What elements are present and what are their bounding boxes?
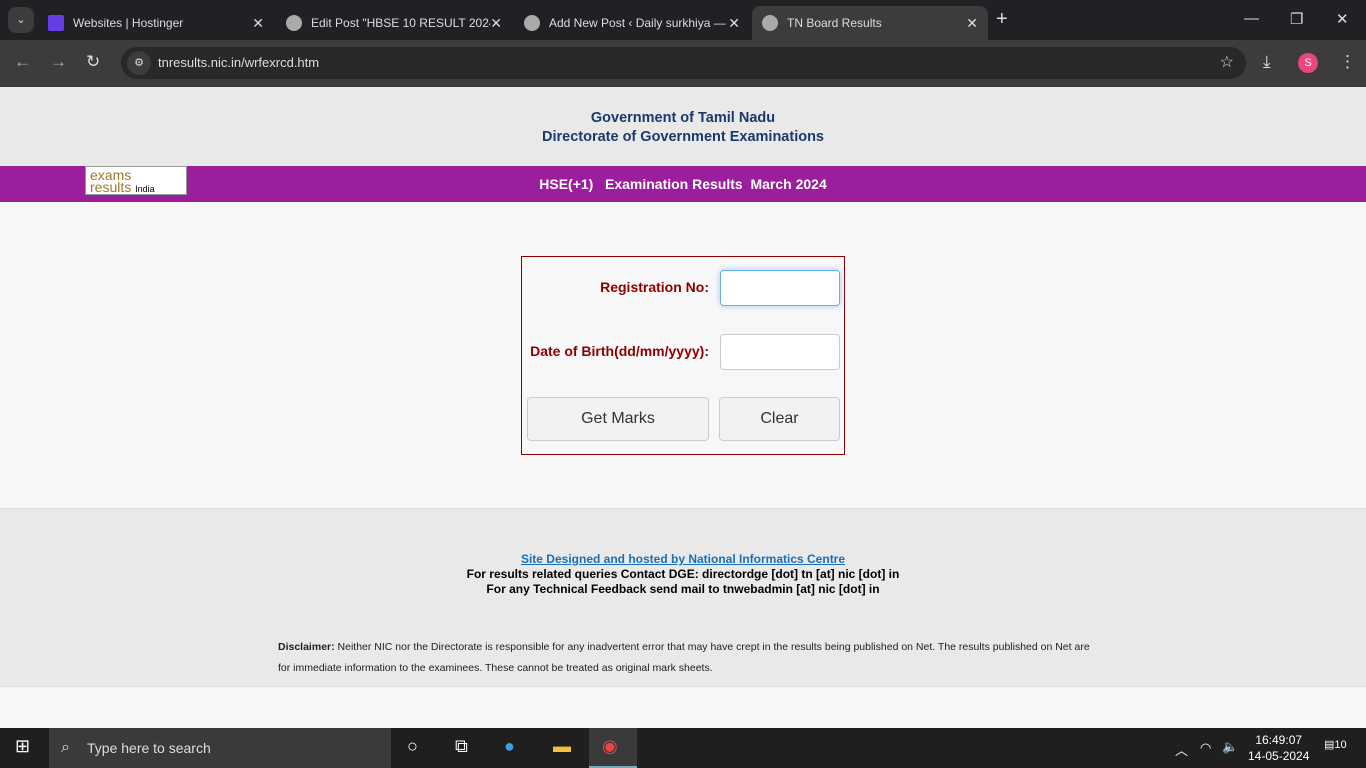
get-marks-button[interactable]: Get Marks: [527, 397, 709, 441]
close-window-button[interactable]: ✕: [1336, 10, 1349, 28]
clear-button[interactable]: Clear: [719, 397, 840, 441]
exams-results-logo[interactable]: exams results India: [85, 166, 187, 195]
menu-icon[interactable]: ⋮: [1339, 52, 1356, 72]
show-hidden-icons[interactable]: ︿: [1175, 740, 1188, 759]
hostinger-icon: [48, 15, 64, 31]
tab-add-post[interactable]: Add New Post ‹ Daily surkhiya — ✕: [514, 6, 750, 40]
nic-link[interactable]: Site Designed and hosted by National Inf…: [521, 552, 845, 566]
restore-button[interactable]: ❐: [1290, 10, 1303, 28]
forward-icon[interactable]: →: [50, 52, 67, 72]
bookmark-star-icon[interactable]: ☆: [1220, 47, 1234, 79]
close-tab-icon[interactable]: ✕: [728, 15, 740, 32]
dob-label: Date of Birth(dd/mm/yyyy):: [530, 343, 709, 359]
chrome-icon: ◉: [602, 736, 618, 756]
minimize-button[interactable]: —: [1244, 10, 1259, 27]
address-bar[interactable]: ⚙ tnresults.nic.in/wrfexrcd.htm ☆: [121, 47, 1246, 79]
result-form: Registration No: Date of Birth(dd/mm/yyy…: [521, 256, 845, 455]
globe-icon: [524, 15, 540, 31]
tab-edit-post[interactable]: Edit Post "HBSE 10 RESULT 2024 ✕: [276, 6, 512, 40]
tab-hostinger[interactable]: Websites | Hostinger ✕: [38, 6, 274, 40]
page-header: Government of Tamil Nadu Directorate of …: [0, 87, 1366, 166]
tab-tn-board-results[interactable]: TN Board Results ✕: [752, 6, 988, 40]
new-tab-button[interactable]: +: [996, 8, 1008, 31]
tab-strip: ⌄ Websites | Hostinger ✕ Edit Post "HBSE …: [0, 0, 1366, 40]
govt-title: Government of Tamil Nadu: [590, 110, 776, 126]
clock[interactable]: 16:49:07 14-05-2024: [1248, 732, 1309, 764]
taskbar-search[interactable]: ⌕ Type here to search: [49, 728, 391, 768]
contact-text: For results related queries Contact DGE:…: [466, 567, 900, 581]
profile-avatar[interactable]: S: [1298, 53, 1318, 73]
exam-title: HSE(+1) Examination Results March 2024: [539, 176, 827, 192]
chrome-taskbar-button[interactable]: ◉: [589, 728, 637, 768]
reload-icon[interactable]: ↻: [86, 52, 100, 72]
notification-center[interactable]: ▤10: [1324, 738, 1347, 751]
close-tab-icon[interactable]: ✕: [966, 15, 978, 32]
close-tab-icon[interactable]: ✕: [252, 15, 264, 32]
notification-icon: ▤: [1324, 739, 1335, 751]
site-info-icon[interactable]: ⚙: [127, 51, 151, 75]
exam-title-band: exams results India HSE(+1) Examination R…: [0, 166, 1366, 202]
wifi-icon[interactable]: ◠: [1200, 740, 1211, 756]
tab-search-button[interactable]: ⌄: [8, 7, 34, 33]
feedback-text: For any Technical Feedback send mail to …: [486, 582, 880, 596]
registration-label: Registration No:: [600, 279, 709, 295]
globe-icon: [286, 15, 302, 31]
directorate-title: Directorate of Government Examinations: [541, 129, 824, 145]
windows-start-icon[interactable]: ⊞: [15, 736, 30, 757]
volume-icon[interactable]: 🔈: [1222, 739, 1238, 755]
taskbar: ⊞ ⌕ Type here to search ○ ⧉ ● ▬ ◉ ︿ ◠ 🔈 1…: [0, 728, 1366, 768]
globe-icon: [762, 15, 778, 31]
back-icon[interactable]: ←: [14, 52, 31, 72]
close-tab-icon[interactable]: ✕: [490, 15, 502, 32]
download-icon[interactable]: ⤓: [1263, 52, 1271, 72]
task-view-icon[interactable]: ⧉: [455, 736, 468, 757]
cortana-icon[interactable]: ○: [407, 736, 418, 757]
file-explorer-icon[interactable]: ▬: [553, 736, 571, 757]
edge-icon[interactable]: ●: [504, 736, 515, 757]
dob-input[interactable]: [720, 334, 840, 370]
page-footer: Site Designed and hosted by National Inf…: [0, 508, 1366, 687]
disclaimer: Disclaimer: Neither NIC nor the Director…: [278, 641, 1090, 674]
search-icon: ⌕: [61, 739, 70, 756]
registration-input[interactable]: [720, 270, 840, 306]
